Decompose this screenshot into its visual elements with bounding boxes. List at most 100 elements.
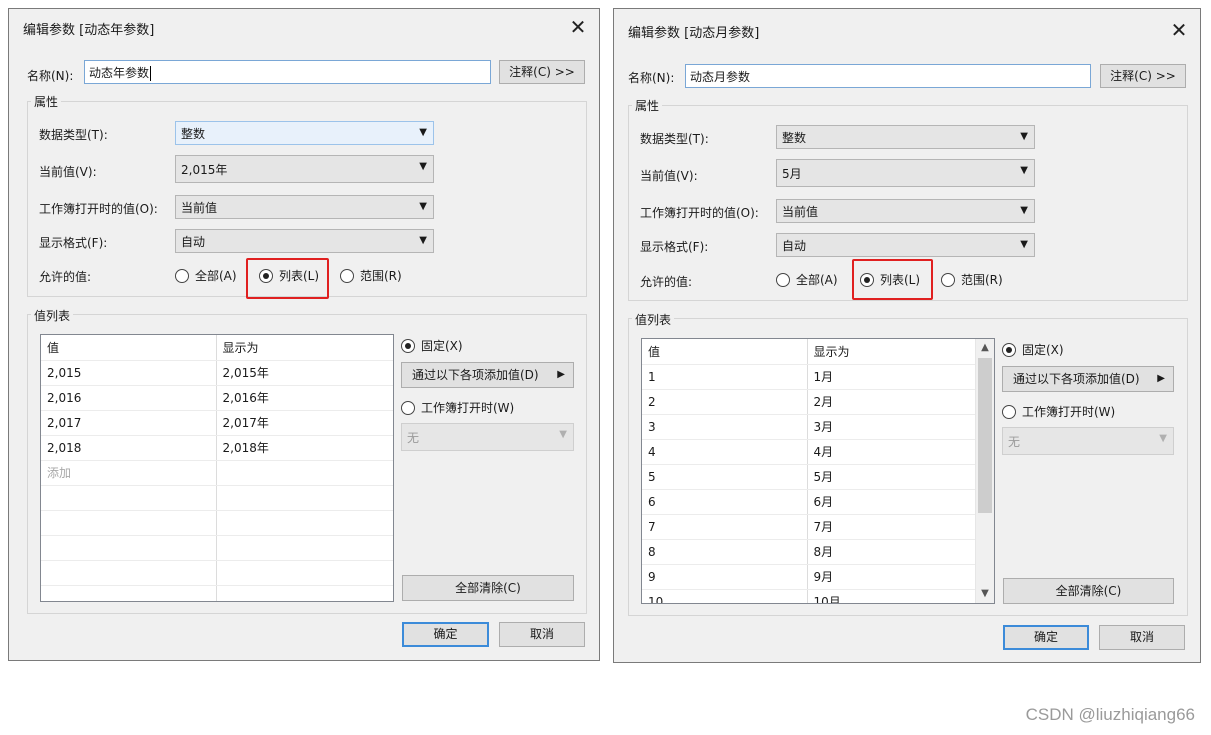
data-type-select[interactable]: 整数 ▼ bbox=[175, 121, 434, 145]
chevron-down-icon[interactable]: ▼ bbox=[976, 585, 994, 603]
table-row[interactable]: 2,017 2,017年 bbox=[41, 410, 393, 436]
table-row[interactable]: 9 9月 bbox=[642, 564, 976, 590]
current-value-select[interactable]: 2,015年 ▼ bbox=[175, 155, 434, 183]
cell-display[interactable]: 8月 bbox=[807, 539, 976, 565]
cell-display[interactable]: 2,015年 bbox=[216, 360, 393, 386]
name-label: 名称(N): bbox=[27, 69, 74, 83]
name-label: 名称(N): bbox=[628, 71, 675, 85]
data-type-select[interactable]: 整数 ▼ bbox=[776, 125, 1035, 149]
close-icon[interactable]: ✕ bbox=[1166, 17, 1192, 43]
cell-display[interactable]: 2,016年 bbox=[216, 385, 393, 411]
name-input[interactable]: 动态月参数 bbox=[685, 64, 1091, 88]
ok-button[interactable]: 确定 bbox=[1003, 625, 1089, 650]
table-row[interactable]: 2 2月 bbox=[642, 389, 976, 415]
current-value-select[interactable]: 5月 ▼ bbox=[776, 159, 1035, 187]
col-header-value: 值 bbox=[41, 335, 217, 361]
cell-display[interactable]: 2,017年 bbox=[216, 410, 393, 436]
radio-on-open-label: 工作簿打开时(W) bbox=[421, 401, 515, 415]
chevron-right-icon: ▶ bbox=[557, 369, 565, 380]
cell-display[interactable]: 4月 bbox=[807, 439, 976, 465]
table-row[interactable]: 3 3月 bbox=[642, 414, 976, 440]
cell-display[interactable]: 7月 bbox=[807, 514, 976, 540]
data-type-label: 数据类型(T): bbox=[640, 132, 709, 146]
add-values-from-button[interactable]: 通过以下各项添加值(D) ▶ bbox=[1002, 366, 1174, 392]
chevron-down-icon: ▼ bbox=[1020, 239, 1028, 250]
cell-value[interactable]: 2,018 bbox=[41, 435, 217, 461]
cell-display[interactable]: 6月 bbox=[807, 489, 976, 515]
empty-cell[interactable] bbox=[216, 460, 393, 486]
table-row[interactable]: 1 1月 bbox=[642, 364, 976, 390]
clear-all-button[interactable]: 全部清除(C) bbox=[402, 575, 574, 601]
on-open-select[interactable]: 无 ▼ bbox=[401, 423, 574, 451]
values-grid[interactable]: 值 显示为 2,015 2,015年 2,016 2,016年 2,017 2,017… bbox=[40, 334, 394, 602]
table-row[interactable]: 5 5月 bbox=[642, 464, 976, 490]
chevron-down-icon: ▼ bbox=[419, 161, 427, 172]
col-header-display: 显示为 bbox=[807, 339, 976, 365]
empty-row bbox=[41, 535, 393, 561]
cell-display[interactable]: 1月 bbox=[807, 364, 976, 390]
table-row[interactable]: 6 6月 bbox=[642, 489, 976, 515]
values-grid[interactable]: 值 显示为 1 1月 2 2月 3 3月 4 4月 5 5月 6 6月 7 7月 8 8月 99… bbox=[641, 338, 995, 604]
cell-value[interactable]: 9 bbox=[642, 564, 808, 590]
table-row[interactable]: 10 10月 bbox=[642, 589, 976, 603]
cell-display[interactable]: 2,018年 bbox=[216, 435, 393, 461]
empty-row bbox=[41, 510, 393, 536]
name-input[interactable]: 动态年参数 bbox=[84, 60, 491, 84]
cell-value[interactable]: 4 bbox=[642, 439, 808, 465]
empty-row bbox=[41, 485, 393, 511]
vertical-scrollbar[interactable]: ▲ ▼ bbox=[975, 339, 994, 603]
radio-range[interactable]: 范围(R) bbox=[941, 271, 1003, 288]
radio-range[interactable]: 范围(R) bbox=[340, 267, 402, 284]
ok-button[interactable]: 确定 bbox=[402, 622, 489, 647]
cell-value[interactable]: 8 bbox=[642, 539, 808, 565]
on-open-select[interactable]: 无 ▼ bbox=[1002, 427, 1174, 455]
close-icon[interactable]: ✕ bbox=[565, 14, 591, 40]
radio-all[interactable]: 全部(A) bbox=[175, 267, 237, 284]
cell-value[interactable]: 2,015 bbox=[41, 360, 217, 386]
comment-button[interactable]: 注释(C) >> bbox=[499, 60, 585, 84]
radio-fixed[interactable]: 固定(X) bbox=[401, 337, 463, 354]
radio-on-open[interactable]: 工作簿打开时(W) bbox=[401, 399, 514, 416]
cell-value[interactable]: 2,016 bbox=[41, 385, 217, 411]
radio-fixed-label: 固定(X) bbox=[1022, 343, 1064, 357]
cancel-button[interactable]: 取消 bbox=[1099, 625, 1185, 650]
cell-value[interactable]: 1 bbox=[642, 364, 808, 390]
display-format-select[interactable]: 自动 ▼ bbox=[776, 233, 1035, 257]
table-row[interactable]: 2,016 2,016年 bbox=[41, 385, 393, 411]
cell-value[interactable]: 2,017 bbox=[41, 410, 217, 436]
cell-display[interactable]: 3月 bbox=[807, 414, 976, 440]
cell-value[interactable]: 7 bbox=[642, 514, 808, 540]
table-row[interactable]: 2,018 2,018年 bbox=[41, 435, 393, 461]
open-value-select[interactable]: 当前值 ▼ bbox=[776, 199, 1035, 223]
cell-display[interactable]: 2月 bbox=[807, 389, 976, 415]
table-row[interactable]: 7 7月 bbox=[642, 514, 976, 540]
comment-button[interactable]: 注释(C) >> bbox=[1100, 64, 1186, 88]
radio-all[interactable]: 全部(A) bbox=[776, 271, 838, 288]
table-row[interactable]: 8 8月 bbox=[642, 539, 976, 565]
cell-value[interactable]: 2 bbox=[642, 389, 808, 415]
clear-all-button[interactable]: 全部清除(C) bbox=[1003, 578, 1174, 604]
chevron-down-icon: ▼ bbox=[1020, 165, 1028, 176]
add-row[interactable]: 添加 bbox=[41, 460, 393, 486]
cell-value[interactable]: 6 bbox=[642, 489, 808, 515]
cancel-button[interactable]: 取消 bbox=[499, 622, 585, 647]
add-values-from-button[interactable]: 通过以下各项添加值(D) ▶ bbox=[401, 362, 574, 388]
table-row[interactable]: 4 4月 bbox=[642, 439, 976, 465]
display-format-select[interactable]: 自动 ▼ bbox=[175, 229, 434, 253]
scrollbar-thumb[interactable] bbox=[978, 358, 992, 513]
add-values-from-label: 通过以下各项添加值(D) bbox=[412, 368, 539, 382]
cell-value[interactable]: 5 bbox=[642, 464, 808, 490]
open-value-select[interactable]: 当前值 ▼ bbox=[175, 195, 434, 219]
radio-circle bbox=[776, 272, 790, 287]
radio-fixed[interactable]: 固定(X) bbox=[1002, 341, 1064, 358]
chevron-up-icon[interactable]: ▲ bbox=[976, 339, 994, 357]
cell-display[interactable]: 9月 bbox=[807, 564, 976, 590]
add-hint[interactable]: 添加 bbox=[41, 460, 217, 486]
cell-value[interactable]: 3 bbox=[642, 414, 808, 440]
table-row[interactable]: 2,015 2,015年 bbox=[41, 360, 393, 386]
radio-on-open[interactable]: 工作簿打开时(W) bbox=[1002, 403, 1115, 420]
cell-value[interactable]: 10 bbox=[642, 589, 808, 603]
cell-display[interactable]: 5月 bbox=[807, 464, 976, 490]
chevron-down-icon: ▼ bbox=[1020, 131, 1028, 142]
cell-display[interactable]: 10月 bbox=[807, 589, 976, 603]
